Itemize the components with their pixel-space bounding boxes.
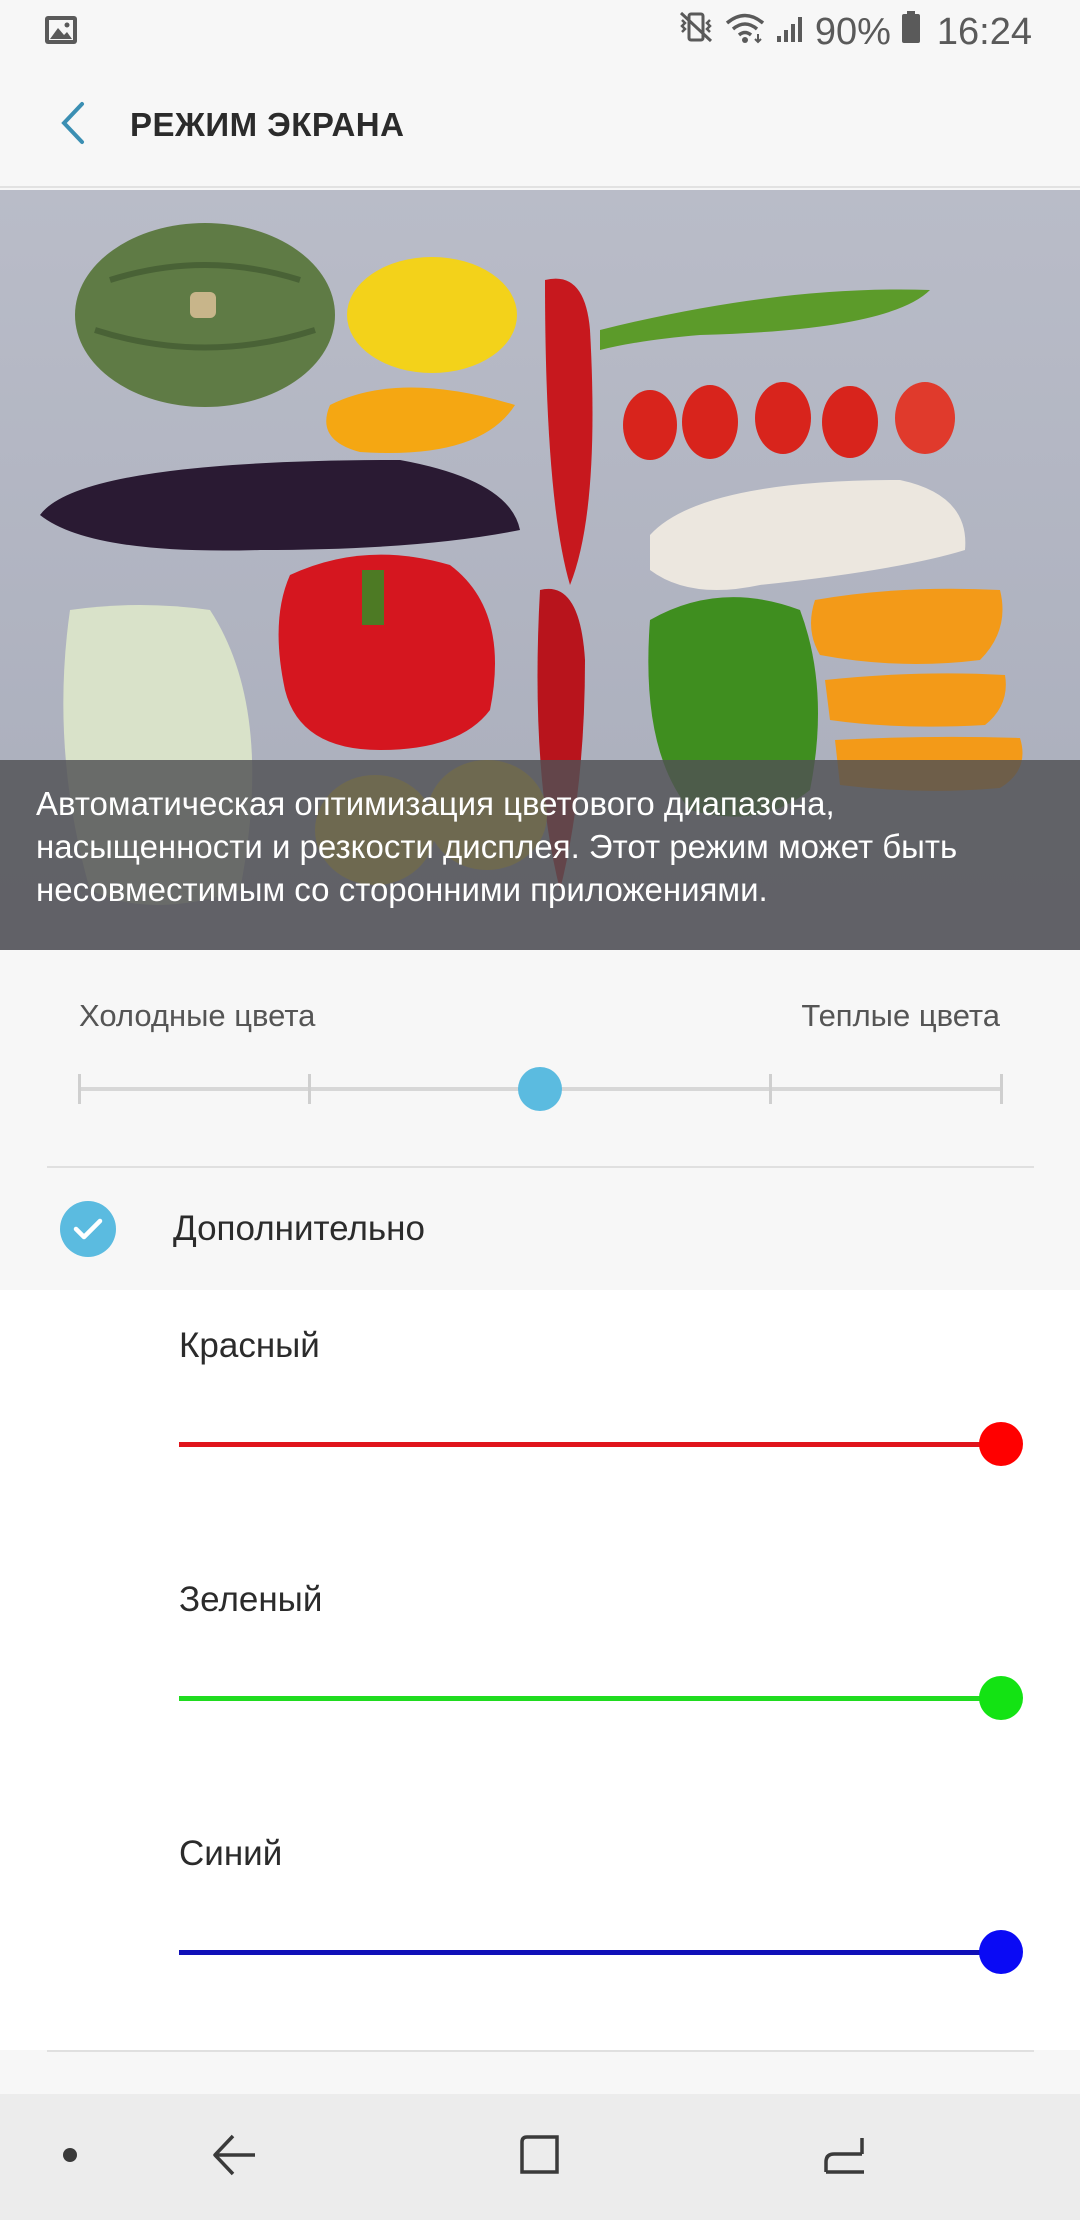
tone-tick <box>999 1074 1003 1104</box>
preview-caption: Автоматическая оптимизация цветового диа… <box>0 760 1080 950</box>
page-title: РЕЖИМ ЭКРАНА <box>130 106 405 143</box>
advanced-label: Дополнительно <box>173 1209 425 1248</box>
battery-icon <box>901 10 921 54</box>
preview-image: Автоматическая оптимизация цветового диа… <box>0 190 1080 950</box>
app-header: РЕЖИМ ЭКРАНА <box>0 64 1080 188</box>
red-slider-thumb[interactable] <box>979 1422 1023 1466</box>
red-slider[interactable] <box>179 1442 1001 1447</box>
status-bar: 90% 16:24 <box>0 0 1080 64</box>
signal-icon <box>775 11 805 54</box>
advanced-toggle[interactable]: Дополнительно <box>0 1168 1080 1290</box>
display-mode-screen: 90% 16:24 РЕЖИМ ЭКРАНА Автоматическая оп… <box>0 0 1080 2220</box>
green-slider-thumb[interactable] <box>979 1676 1023 1720</box>
checkmark-icon[interactable] <box>60 1201 116 1257</box>
gallery-icon <box>44 15 78 50</box>
vibrate-off-icon <box>677 10 715 54</box>
blue-slider-thumb[interactable] <box>979 1930 1023 1974</box>
green-slider[interactable] <box>179 1696 1001 1701</box>
tone-tick <box>308 1074 311 1104</box>
tone-tick <box>769 1074 772 1104</box>
red-slider-block: Красный <box>0 1290 1080 1544</box>
blue-slider-block: Синий <box>0 1798 1080 2052</box>
rgb-adjustment-panel: Красный Зеленый Синий <box>0 1290 1080 2050</box>
cool-colors-label: Холодные цвета <box>79 998 316 1033</box>
recents-icon <box>822 2132 868 2183</box>
color-tone-thumb[interactable] <box>518 1067 562 1111</box>
divider <box>47 2050 1034 2052</box>
nav-dot-button[interactable] <box>40 2094 100 2220</box>
nav-home-button[interactable] <box>485 2094 595 2220</box>
chevron-left-icon <box>58 100 88 151</box>
nav-recents-button[interactable] <box>790 2094 900 2220</box>
back-button[interactable] <box>18 63 128 187</box>
wifi-icon <box>725 11 765 54</box>
green-label: Зеленый <box>179 1580 323 1619</box>
nav-back-button[interactable] <box>180 2094 290 2220</box>
color-tone-section: Холодные цвета Теплые цвета <box>0 950 1080 1165</box>
blue-label: Синий <box>179 1834 283 1873</box>
dot-icon <box>62 2147 78 2168</box>
clock: 16:24 <box>936 10 1032 53</box>
tone-tick <box>77 1074 81 1104</box>
green-slider-block: Зеленый <box>0 1544 1080 1798</box>
battery-percent: 90% <box>814 10 891 53</box>
home-square-icon <box>517 2132 563 2183</box>
back-arrow-icon <box>211 2132 259 2183</box>
red-label: Красный <box>179 1326 320 1365</box>
warm-colors-label: Теплые цвета <box>801 998 1000 1033</box>
navigation-bar <box>0 2094 1080 2220</box>
blue-slider[interactable] <box>179 1950 1001 1955</box>
